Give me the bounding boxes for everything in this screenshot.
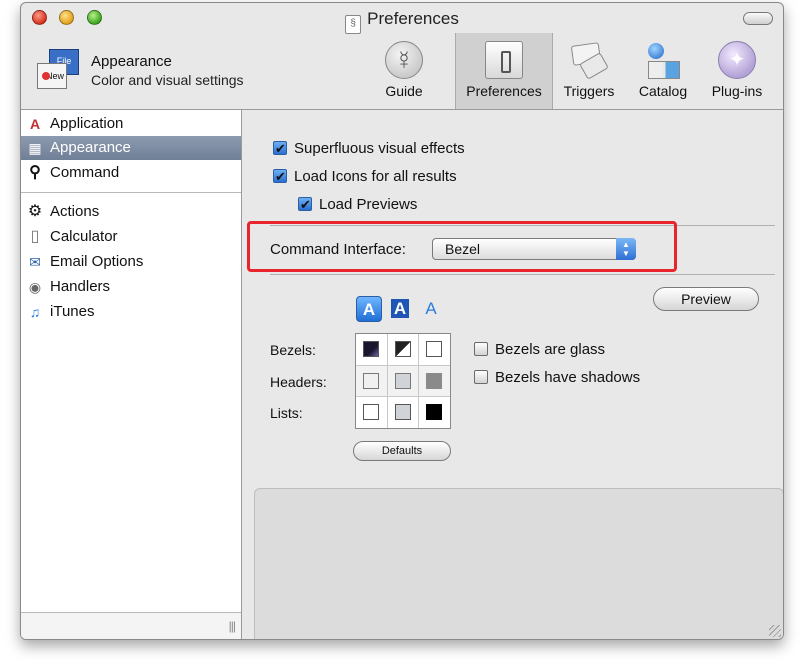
music-note-icon: ♫ (29, 304, 41, 320)
calculator-icon: ▯ (30, 228, 40, 245)
toolbar-plugins-label: Plug-ins (711, 83, 763, 99)
bezels-shadows-checkbox[interactable] (474, 370, 488, 384)
sidebar-item-label: iTunes (50, 303, 95, 320)
toolbar-toggle-button[interactable] (743, 12, 773, 25)
sidebar-item-label: Actions (50, 203, 100, 220)
toolbar-guide-label: Guide (385, 83, 423, 99)
list-highlight-swatch[interactable] (387, 397, 419, 428)
load-icons-checkbox[interactable] (273, 167, 287, 187)
catalog-icon (644, 41, 682, 79)
list-text-swatch[interactable] (419, 397, 450, 428)
appearance-settings-panel: Superfluous visual effects Load Icons fo… (242, 110, 783, 639)
pane-subtitle: Color and visual settings (91, 72, 244, 88)
bezels-glass-checkbox[interactable] (474, 342, 488, 356)
preview-area (254, 488, 783, 639)
gear-icon: ⚙ (27, 203, 43, 220)
sidebar-item-application[interactable]: A Application (21, 112, 241, 136)
lists-label: Lists: (270, 405, 303, 421)
header-highlight-swatch[interactable] (387, 365, 419, 397)
sidebar-item-calculator[interactable]: ▯ Calculator (21, 225, 241, 249)
sidebar-item-label: Calculator (50, 228, 118, 245)
toolbar: File New Appearance Color and visual set… (21, 33, 783, 110)
sidebar-divider (21, 192, 241, 193)
annotation-highlight-box (247, 221, 677, 272)
preferences-icon (485, 41, 523, 79)
application-icon: A (29, 116, 41, 132)
appearance-tab-1[interactable]: A (356, 296, 382, 322)
sidebar-item-label: Email Options (50, 253, 144, 270)
bezel-text-swatch[interactable] (419, 334, 450, 365)
color-swatch-grid (355, 333, 451, 429)
appearance-tab-2[interactable]: A (387, 296, 413, 322)
sidebar-item-handlers[interactable]: ◉ Handlers (21, 275, 241, 299)
split-resize-handle[interactable]: ||| (229, 619, 236, 633)
appearance-pane-icon: File New (37, 49, 81, 89)
appearance-tab-2-label: A (390, 299, 410, 318)
mail-icon: ✉ (29, 254, 41, 270)
handlers-icon: ◉ (28, 279, 42, 295)
sidebar-item-label: Application (50, 115, 124, 132)
triggers-icon (570, 41, 608, 79)
sidebar-item-appearance[interactable]: ▦ Appearance (21, 136, 241, 160)
toolbar-preferences-button[interactable]: Preferences (455, 33, 553, 109)
pane-icon-front-label: New (37, 63, 67, 89)
sidebar-item-label: Handlers (50, 278, 111, 295)
sidebar-item-command[interactable]: ⚲ Command (21, 161, 241, 185)
preview-button[interactable]: Preview (653, 287, 759, 311)
header-background-swatch[interactable] (356, 365, 387, 397)
pane-title: Appearance (91, 53, 172, 70)
load-previews-checkbox[interactable] (298, 195, 312, 215)
preferences-window: § Preferences File New Appearance Color a… (20, 2, 784, 640)
sidebar-item-label: Command (50, 164, 120, 181)
superfluous-effects-label: Superfluous visual effects (294, 140, 465, 157)
headers-label: Headers: (270, 374, 327, 390)
toolbar-guide-button[interactable]: Guide (359, 39, 449, 105)
sidebar-item-label: Appearance (50, 139, 131, 156)
appearance-icon: ▦ (28, 140, 42, 156)
guide-icon (385, 41, 423, 79)
bezels-shadows-label: Bezels have shadows (495, 369, 641, 386)
sidebar-item-itunes[interactable]: ♫ iTunes (21, 300, 241, 324)
list-background-swatch[interactable] (356, 397, 387, 428)
superfluous-effects-checkbox[interactable] (273, 139, 287, 159)
sidebar: A Application ▦ Appearance ⚲ Command ⚙ A… (21, 110, 242, 639)
bezel-background-swatch[interactable] (356, 334, 387, 365)
sidebar-footer: ||| (21, 612, 241, 639)
bezels-label: Bezels: (270, 342, 316, 358)
defaults-button[interactable]: Defaults (353, 441, 451, 461)
header-text-swatch[interactable] (419, 365, 450, 397)
section-divider (270, 274, 775, 275)
title-bar[interactable]: § Preferences (21, 3, 783, 34)
load-previews-label: Load Previews (319, 196, 418, 213)
plugins-icon (718, 41, 756, 79)
bezel-highlight-swatch[interactable] (387, 334, 419, 365)
load-icons-label: Load Icons for all results (294, 168, 457, 185)
document-icon: § (345, 15, 362, 34)
search-icon: ⚲ (29, 164, 41, 181)
sidebar-item-actions[interactable]: ⚙ Actions (21, 200, 241, 224)
window-resize-grip-icon[interactable] (769, 625, 781, 637)
toolbar-plugins-button[interactable]: Plug-ins (692, 39, 782, 105)
toolbar-preferences-label: Preferences (466, 83, 542, 99)
appearance-tab-3[interactable]: A (418, 296, 444, 322)
window-title-text: Preferences (367, 9, 459, 28)
window-title: § Preferences (21, 9, 783, 34)
bezels-glass-label: Bezels are glass (495, 341, 606, 358)
sidebar-item-email-options[interactable]: ✉ Email Options (21, 250, 241, 274)
